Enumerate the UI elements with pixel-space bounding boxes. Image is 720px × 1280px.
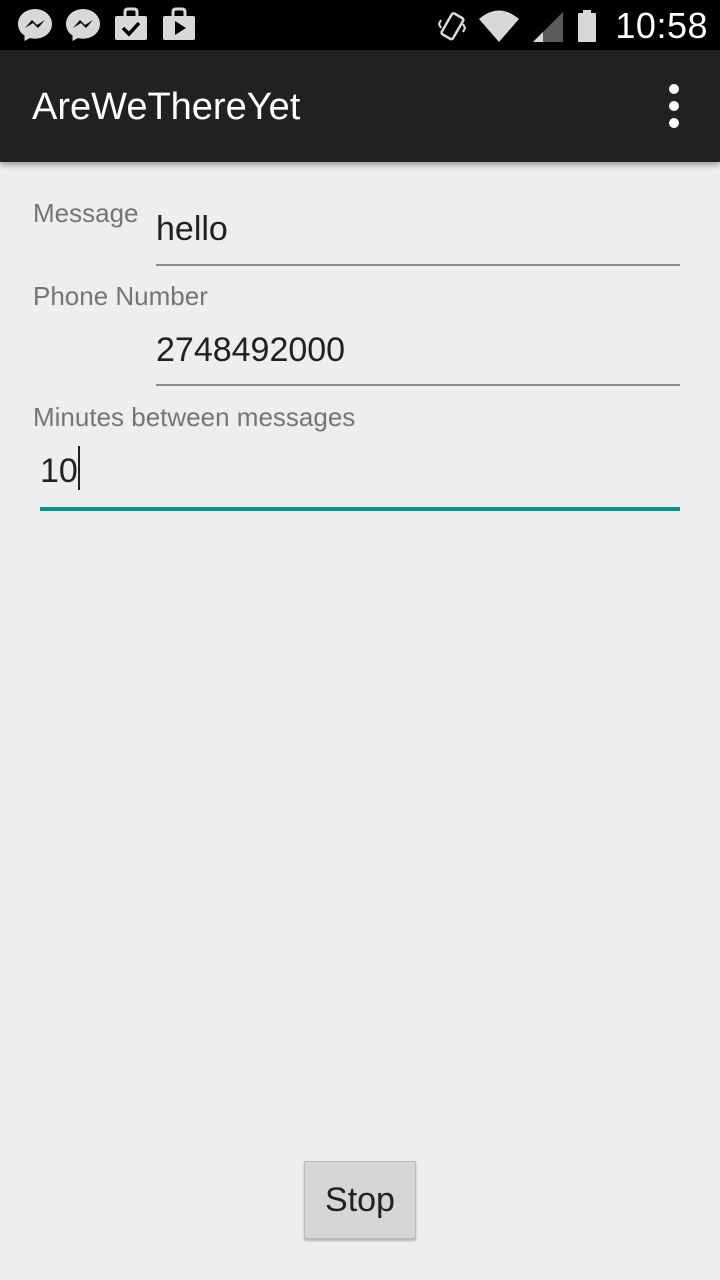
battery-icon <box>578 10 597 42</box>
notification-icons <box>16 7 198 43</box>
app-title: AreWeThereYet <box>32 86 301 128</box>
overflow-menu-icon[interactable] <box>654 84 694 128</box>
minutes-input-underline <box>40 507 680 511</box>
system-icons: 10:58 <box>437 5 708 46</box>
status-bar: 10:58 <box>0 0 720 50</box>
stop-button[interactable]: Stop <box>304 1161 416 1239</box>
wifi-icon <box>479 10 520 42</box>
message-input-underline <box>156 264 680 266</box>
shopping-bag-play-icon <box>163 7 195 40</box>
phone-number-input[interactable]: 2748492000 <box>156 331 345 370</box>
shopping-bag-check-icon <box>115 7 147 40</box>
signal-icon <box>533 12 564 42</box>
action-bar: AreWeThereYet <box>0 50 720 162</box>
message-label: Message <box>33 198 139 228</box>
messenger-icon <box>18 9 52 41</box>
phone-number-input-underline <box>156 384 680 386</box>
phone-number-label: Phone Number <box>33 281 208 311</box>
text-cursor <box>78 446 80 490</box>
message-input[interactable]: hello <box>156 210 228 249</box>
messenger-icon <box>66 9 100 41</box>
stop-button-label: Stop <box>325 1180 395 1219</box>
vibrate-icon <box>438 12 467 41</box>
minutes-label: Minutes between messages <box>33 402 356 432</box>
status-clock: 10:58 <box>615 5 708 46</box>
minutes-input[interactable]: 10 <box>40 452 78 491</box>
